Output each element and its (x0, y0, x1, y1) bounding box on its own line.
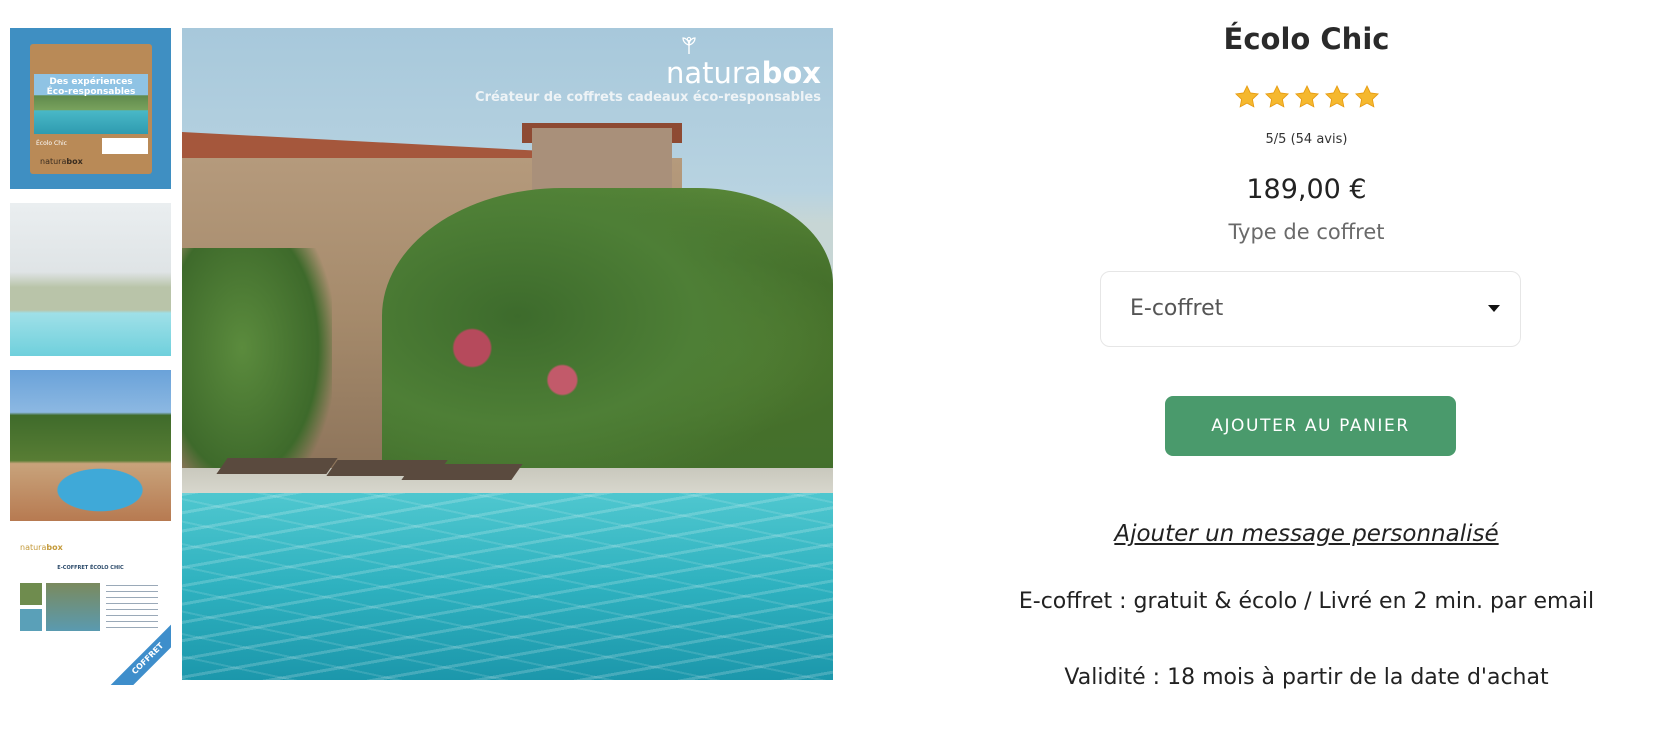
chevron-down-icon (1488, 305, 1500, 312)
rating-text: 5/5 (54 avis) (1265, 132, 1348, 147)
brand-name: naturabox (666, 56, 821, 90)
leaf-logo-icon (682, 36, 696, 55)
garden-greenery (382, 188, 833, 508)
selected-box-type: E-coffret (1130, 296, 1224, 321)
delivery-info: E-coffret : gratuit & écolo / Livré en 2… (1018, 589, 1595, 614)
box-type-label: Type de coffret (1228, 220, 1385, 244)
box-type-select[interactable]: E-coffret (1100, 271, 1521, 347)
star-icon (1234, 84, 1259, 108)
thumbnail-gallery: Des expériences Éco-responsables Écolo C… (10, 28, 171, 699)
sun-lounger (216, 458, 338, 474)
product-title: Écolo Chic (1223, 22, 1390, 56)
star-icon (1294, 84, 1319, 108)
brochure-photo-main (46, 583, 100, 631)
rating-stars (960, 84, 1653, 110)
brochure-heading: E-COFFRET ÉCOLO CHIC (57, 565, 124, 571)
box-logo: naturabox (40, 157, 83, 166)
brochure-photo-small (20, 609, 42, 631)
brochure-logo: naturabox (20, 543, 63, 552)
box-label: Écolo Chic (36, 140, 67, 147)
brand-watermark: naturabox Créateur de coffrets cadeaux é… (475, 36, 821, 105)
product-price: 189,00 € (1246, 174, 1367, 205)
coffret-ribbon: COFFRET (110, 621, 171, 685)
thumbnail-pool-house[interactable] (10, 203, 171, 356)
star-icon (1324, 84, 1349, 108)
star-icon (1354, 84, 1379, 108)
add-to-cart-button[interactable]: AJOUTER AU PANIER (1165, 396, 1456, 456)
brochure-text (106, 585, 158, 631)
brand-tagline: Créateur de coffrets cadeaux éco-respons… (475, 90, 821, 105)
main-product-image[interactable]: naturabox Créateur de coffrets cadeaux é… (182, 28, 833, 680)
gift-box-image: Des expériences Éco-responsables Écolo C… (30, 44, 152, 174)
validity-info: Validité : 18 mois à partir de la date d… (1064, 665, 1549, 690)
sun-lounger (401, 464, 523, 480)
brochure-photo-small (20, 583, 42, 605)
box-card (102, 138, 148, 154)
thumbnail-brochure[interactable]: naturabox E-COFFRET ÉCOLO CHIC COFFRET (10, 535, 171, 685)
swimming-pool (182, 493, 833, 680)
personal-message-link[interactable]: Ajouter un message personnalisé (960, 521, 1653, 547)
star-icon (1264, 84, 1289, 108)
thumbnail-box[interactable]: Des expériences Éco-responsables Écolo C… (10, 28, 171, 189)
box-title: Des expériences Éco-responsables (46, 77, 136, 97)
thumbnail-chateau-pool[interactable] (10, 370, 171, 521)
